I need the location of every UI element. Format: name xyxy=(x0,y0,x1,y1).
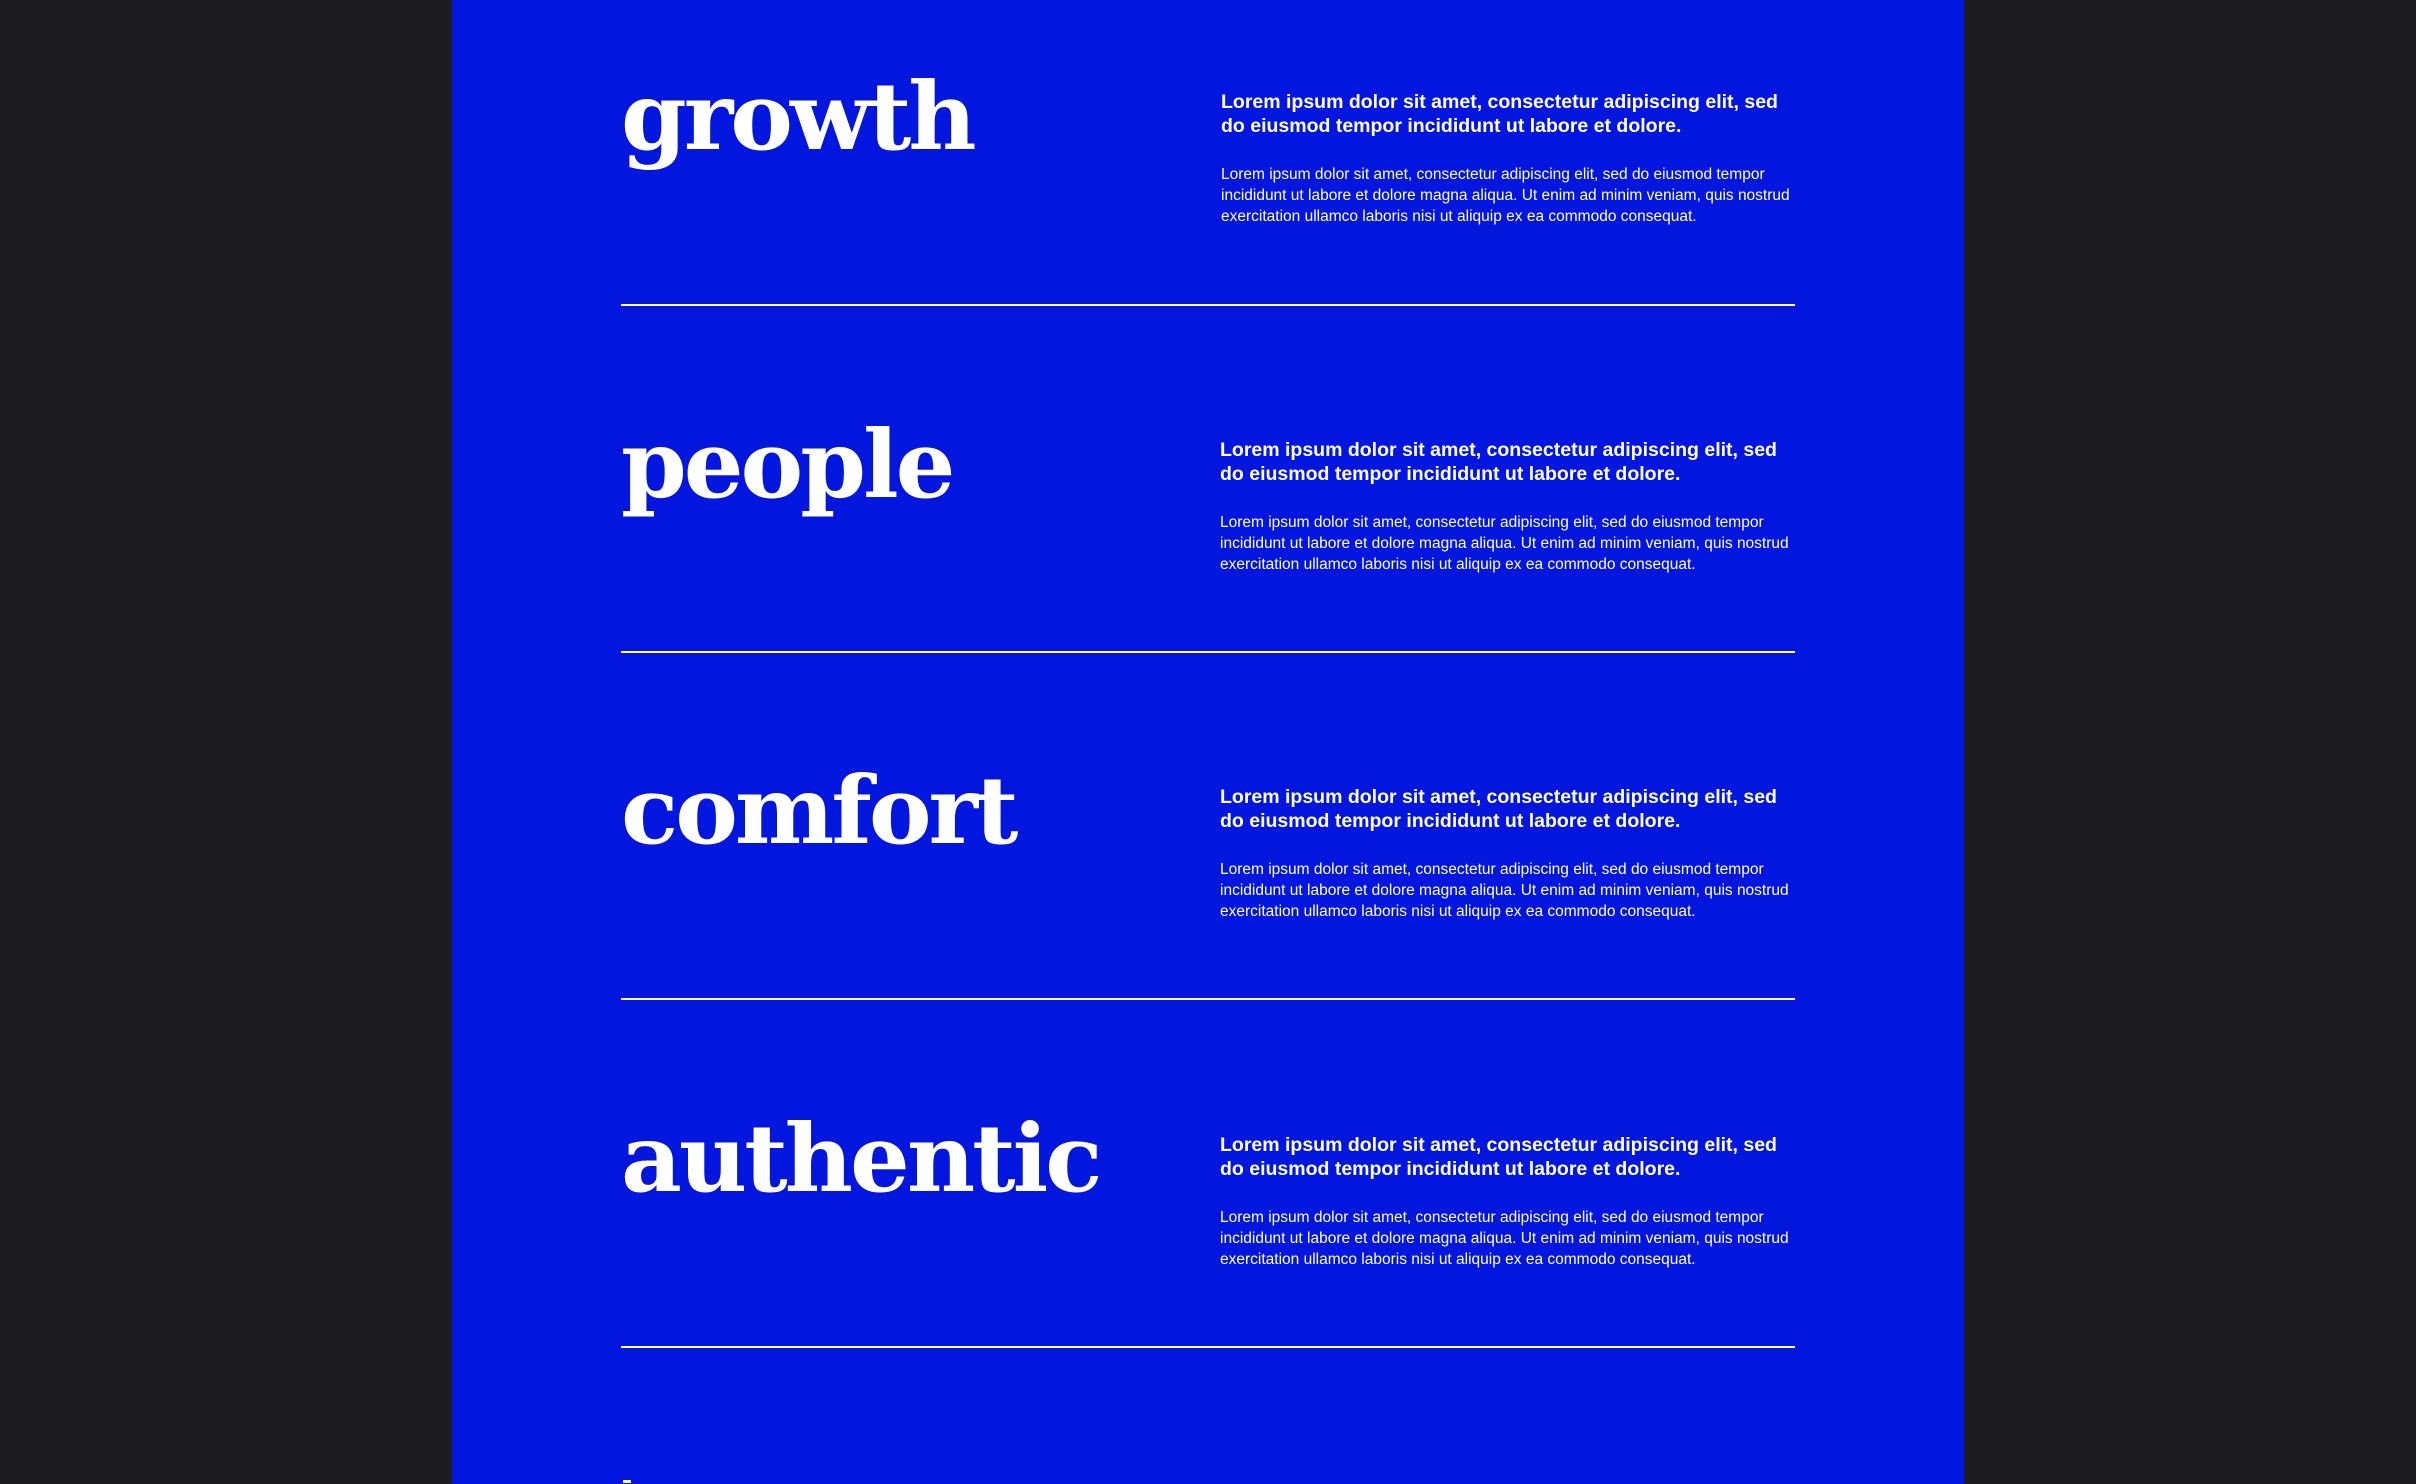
section-divider xyxy=(621,651,1795,653)
section-lead: Lorem ipsum dolor sit amet, consectetur … xyxy=(1220,1134,1777,1180)
section-heading: growth xyxy=(621,62,977,172)
section-text: Lorem ipsum dolor sit amet, consectetur … xyxy=(1220,439,1796,575)
section-divider xyxy=(621,304,1795,306)
blue-content-panel: growth Lorem ipsum dolor sit amet, conse… xyxy=(452,0,1964,1484)
section-lead: Lorem ipsum dolor sit amet, consectetur … xyxy=(1220,439,1777,485)
next-section-heading-peek xyxy=(621,1470,681,1484)
section-body: Lorem ipsum dolor sit amet, consectetur … xyxy=(1220,861,1789,920)
section-text: Lorem ipsum dolor sit amet, consectetur … xyxy=(1220,786,1796,922)
section-text: Lorem ipsum dolor sit amet, consectetur … xyxy=(1220,1134,1796,1270)
section-heading: comfort xyxy=(621,756,1018,866)
section-text: Lorem ipsum dolor sit amet, consectetur … xyxy=(1221,91,1797,227)
section-divider xyxy=(621,998,1795,1000)
section-body: Lorem ipsum dolor sit amet, consectetur … xyxy=(1220,1209,1789,1268)
section-body: Lorem ipsum dolor sit amet, consectetur … xyxy=(1221,166,1790,225)
section-divider xyxy=(621,1346,1795,1348)
section-heading: authentic xyxy=(621,1104,1103,1214)
cropped-glyph-marks xyxy=(623,1480,631,1483)
section-body: Lorem ipsum dolor sit amet, consectetur … xyxy=(1220,514,1789,573)
section-lead: Lorem ipsum dolor sit amet, consectetur … xyxy=(1221,91,1778,137)
section-heading: people xyxy=(621,410,955,520)
section-lead: Lorem ipsum dolor sit amet, consectetur … xyxy=(1220,786,1777,832)
